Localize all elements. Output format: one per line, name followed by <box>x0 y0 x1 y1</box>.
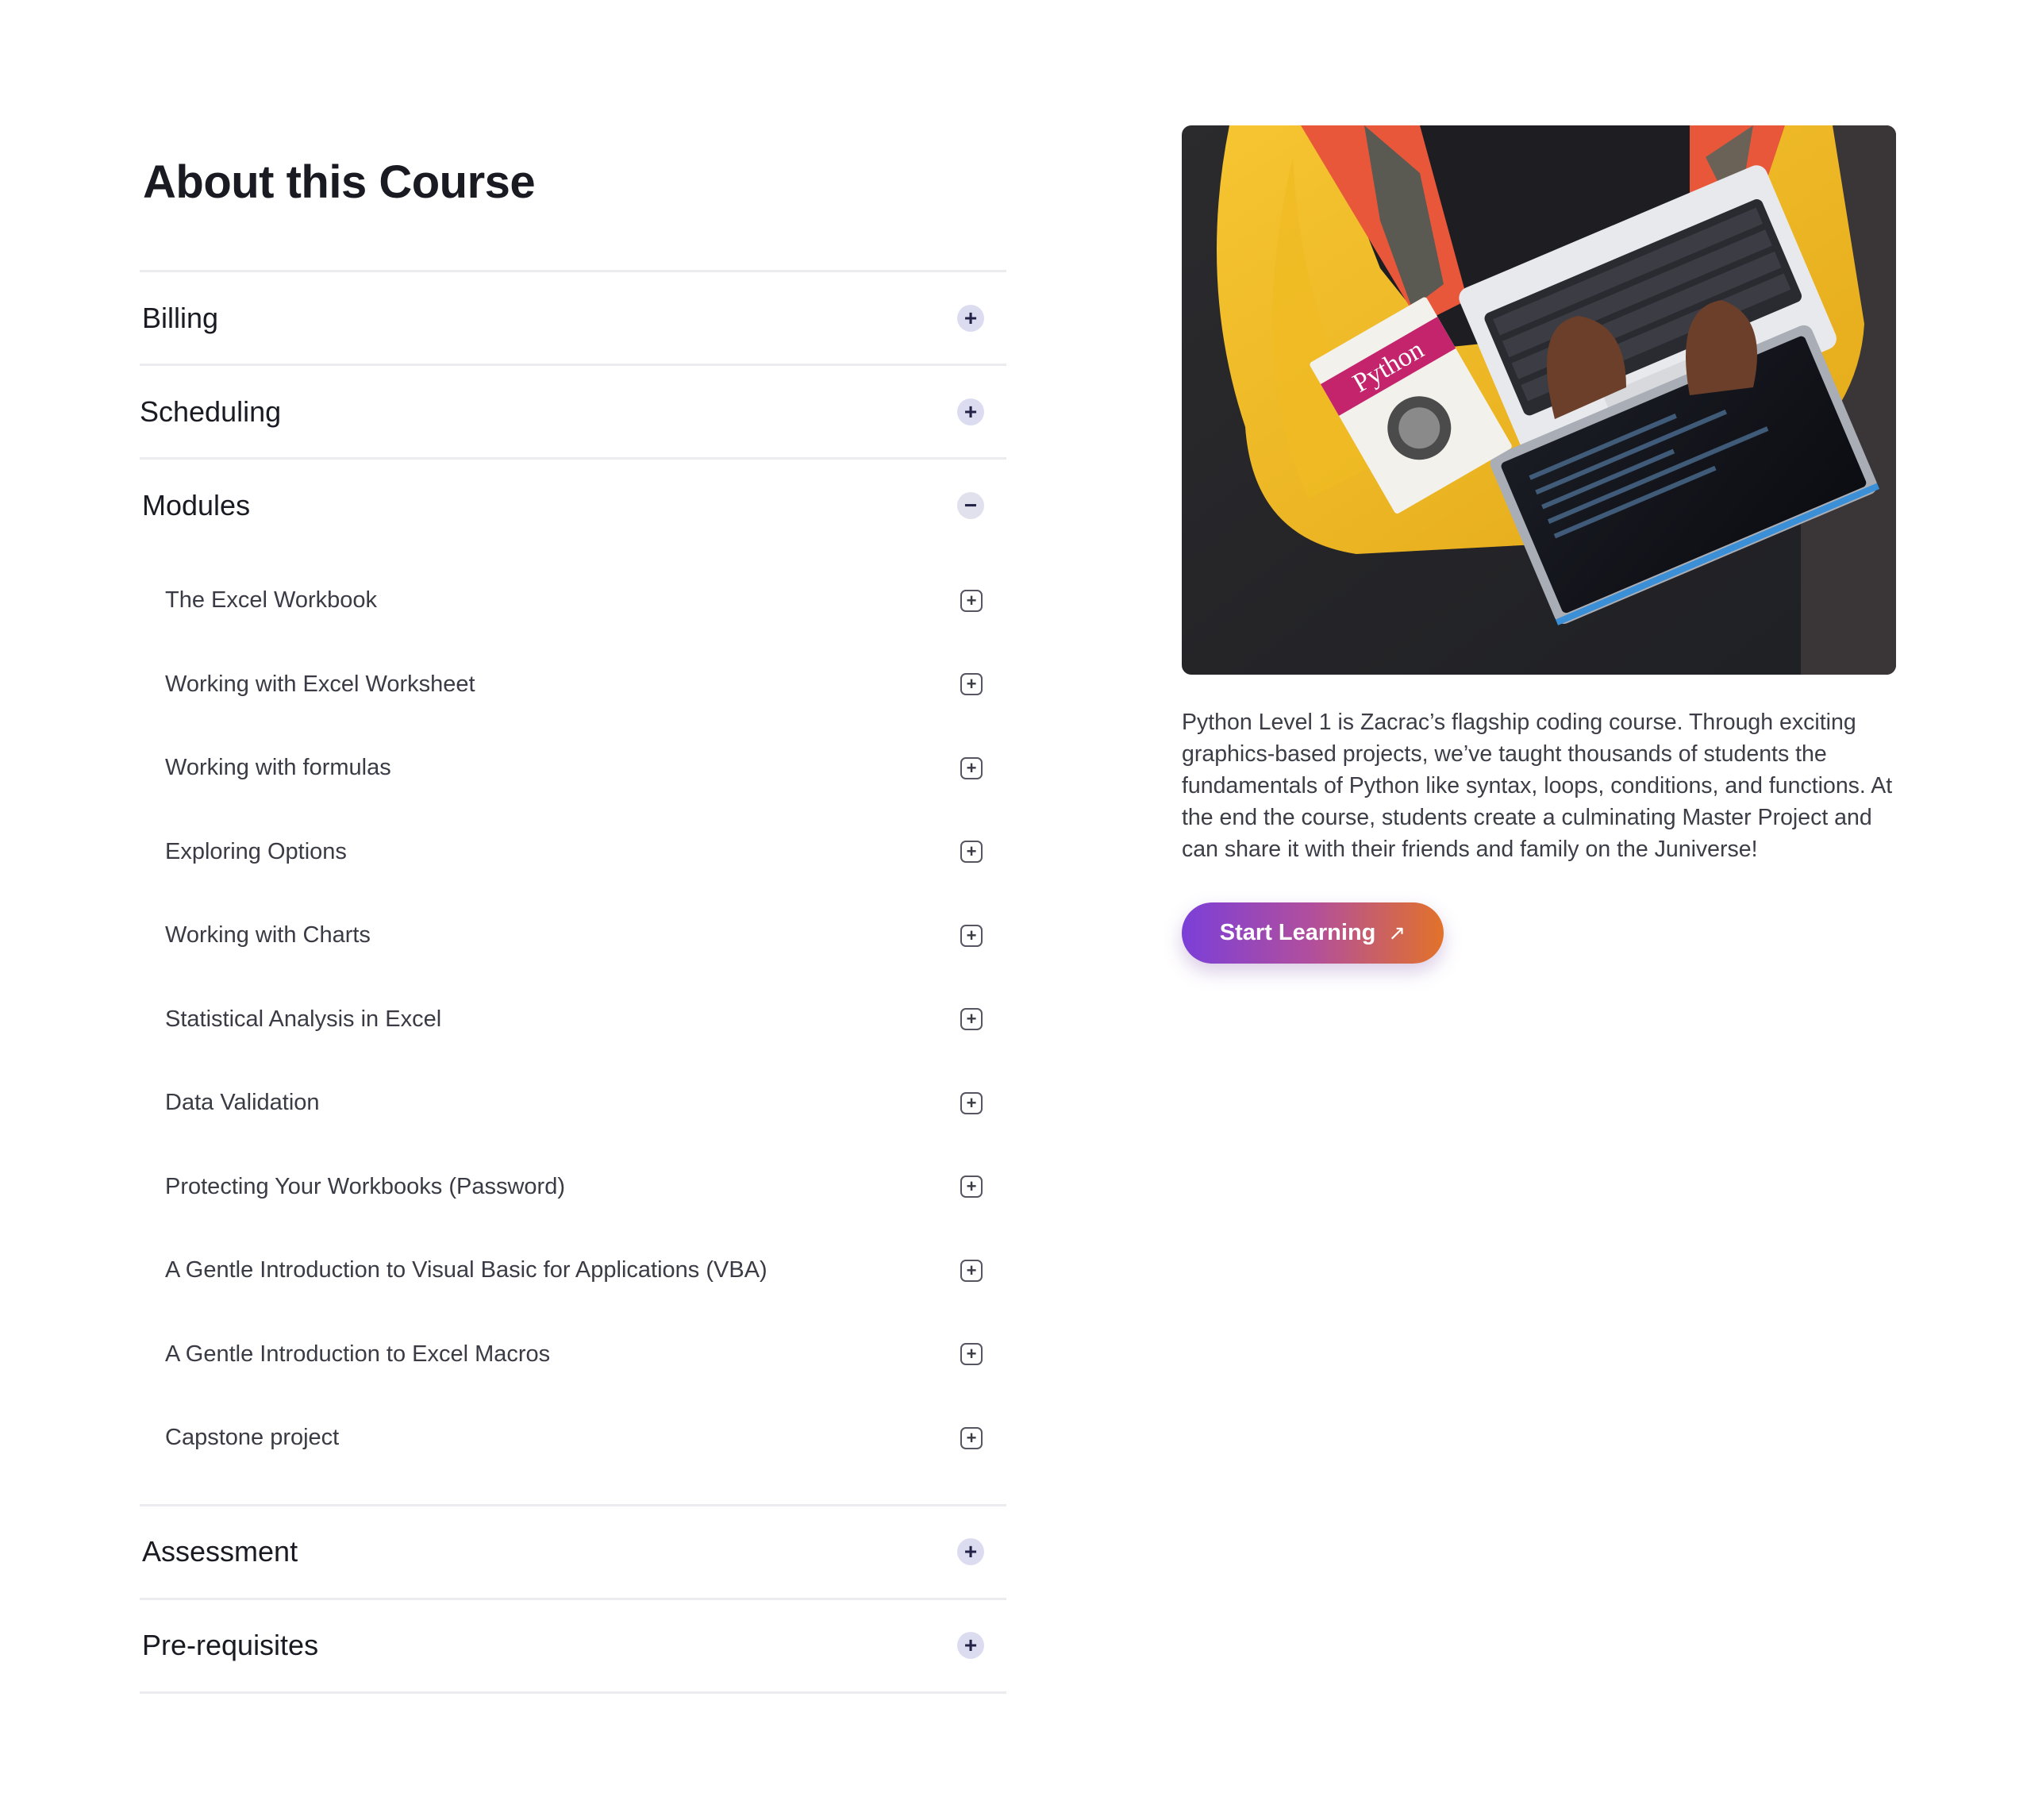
module-item[interactable]: Exploring Options + <box>140 810 1006 895</box>
expand-plus-icon[interactable]: + <box>957 398 984 425</box>
square-plus-icon[interactable]: + <box>960 673 983 696</box>
module-item[interactable]: Working with Charts + <box>140 894 1006 978</box>
module-item[interactable]: Capstone project + <box>140 1396 1006 1480</box>
module-label: Data Validation <box>165 1090 320 1116</box>
accordion-section-prerequisites: Pre-requisites + <box>140 1597 1006 1694</box>
square-plus-icon[interactable]: + <box>960 924 983 947</box>
course-detail-column: Python Python Level 1 is Zacrac’s flagsh… <box>1182 125 1896 964</box>
module-label: Statistical Analysis in Excel <box>165 1006 442 1032</box>
accordion-title: Modules <box>142 488 251 521</box>
expand-plus-icon[interactable]: + <box>957 1632 984 1659</box>
square-plus-icon[interactable]: + <box>960 1175 983 1199</box>
module-label: Working with Excel Worksheet <box>165 671 475 697</box>
accordion-section-scheduling: Scheduling + <box>140 364 1006 457</box>
square-plus-icon[interactable]: + <box>960 756 983 779</box>
module-item[interactable]: Statistical Analysis in Excel + <box>140 978 1006 1062</box>
accordion-title: Scheduling <box>140 394 282 428</box>
accordion-section-modules: Modules − The Excel Workbook + Working wi… <box>140 457 1006 1504</box>
expand-plus-icon[interactable]: + <box>957 1538 984 1565</box>
square-plus-icon[interactable]: + <box>960 841 983 864</box>
module-item[interactable]: The Excel Workbook + <box>140 559 1006 643</box>
square-plus-icon[interactable]: + <box>960 1008 983 1031</box>
external-arrow-icon: ↗ <box>1388 921 1406 945</box>
module-label: A Gentle Introduction to Visual Basic fo… <box>165 1257 767 1283</box>
module-label: The Excel Workbook <box>165 587 378 614</box>
accordion-section-assessment: Assessment + <box>140 1503 1006 1598</box>
module-label: Capstone project <box>165 1425 340 1451</box>
module-item[interactable]: Working with Excel Worksheet + <box>140 643 1006 727</box>
accordion-header-assessment[interactable]: Assessment + <box>140 1506 1006 1598</box>
module-item[interactable]: A Gentle Introduction to Visual Basic fo… <box>140 1229 1006 1313</box>
module-label: Working with Charts <box>165 922 371 948</box>
start-learning-label: Start Learning <box>1219 920 1376 945</box>
module-label: Protecting Your Workbooks (Password) <box>165 1173 565 1199</box>
expand-plus-icon[interactable]: + <box>957 304 984 332</box>
start-learning-button[interactable]: Start Learning ↗ <box>1182 902 1444 964</box>
accordion-title: Assessment <box>142 1535 298 1568</box>
module-list: The Excel Workbook + Working with Excel W… <box>140 551 1006 1504</box>
module-item[interactable]: Working with formulas + <box>140 726 1006 810</box>
course-accordion: Billing + Scheduling + Modules − The Exc… <box>140 270 1006 1694</box>
module-label: A Gentle Introduction to Excel Macros <box>165 1341 551 1367</box>
accordion-header-billing[interactable]: Billing + <box>140 272 1006 364</box>
accordion-section-billing: Billing + <box>140 270 1006 364</box>
module-item[interactable]: A Gentle Introduction to Excel Macros + <box>140 1313 1006 1397</box>
square-plus-icon[interactable]: + <box>960 1426 983 1449</box>
accordion-title: Billing <box>142 301 219 334</box>
accordion-header-scheduling[interactable]: Scheduling + <box>140 366 1006 457</box>
accordion-header-prerequisites[interactable]: Pre-requisites + <box>140 1600 1006 1691</box>
module-item[interactable]: Protecting Your Workbooks (Password) + <box>140 1145 1006 1229</box>
course-description: Python Level 1 is Zacrac’s flagship codi… <box>1182 710 1893 862</box>
module-label: Working with formulas <box>165 755 391 781</box>
module-item[interactable]: Data Validation + <box>140 1061 1006 1145</box>
square-plus-icon[interactable]: + <box>960 1091 983 1114</box>
course-hero-image: Python <box>1182 125 1896 675</box>
square-plus-icon[interactable]: + <box>960 1259 983 1282</box>
accordion-header-modules[interactable]: Modules − <box>140 460 1006 551</box>
square-plus-icon[interactable]: + <box>960 1343 983 1366</box>
accordion-title: Pre-requisites <box>142 1629 319 1661</box>
page-title: About this Course <box>143 156 536 208</box>
module-label: Exploring Options <box>165 838 347 864</box>
square-plus-icon[interactable]: + <box>960 589 983 612</box>
collapse-minus-icon[interactable]: − <box>957 491 984 519</box>
